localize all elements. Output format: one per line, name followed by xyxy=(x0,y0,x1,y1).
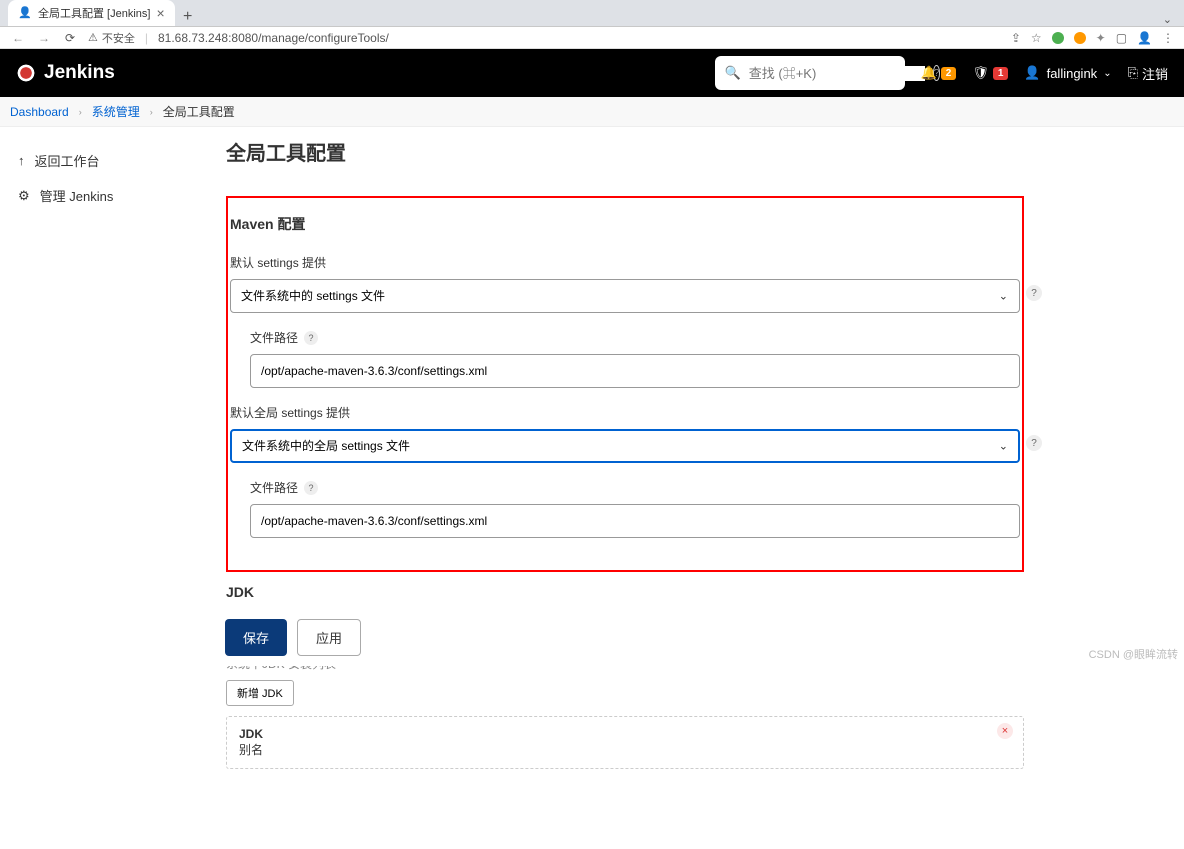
jdk-item: JDK 别名 × xyxy=(226,716,1024,769)
sidebar-item-label: 返回工作台 xyxy=(35,151,100,170)
user-icon: 👤 xyxy=(1024,65,1040,81)
arrow-up-icon: ↑ xyxy=(18,153,25,168)
user-menu[interactable]: 👤 fallingink ⌄ xyxy=(1024,65,1111,81)
remove-jdk-button[interactable]: × xyxy=(997,723,1013,739)
reload-button[interactable]: ⟳ xyxy=(62,31,78,45)
jenkins-favicon: 👤 xyxy=(18,6,32,20)
jdk-item-title: JDK xyxy=(239,727,1011,741)
global-settings-file-path-input[interactable] xyxy=(250,504,1020,538)
tab-title: 全局工具配置 [Jenkins] xyxy=(38,5,150,21)
help-icon[interactable]: ? xyxy=(1026,435,1042,451)
warning-icon: ⚠ xyxy=(88,31,98,44)
tab-overflow-icon[interactable]: ⌄ xyxy=(1163,13,1172,26)
breadcrumb-current: 全局工具配置 xyxy=(163,103,235,120)
search-icon: 🔍 xyxy=(725,65,741,81)
separator: | xyxy=(145,31,148,45)
jenkins-logo-icon xyxy=(16,63,36,83)
jenkins-logo[interactable]: Jenkins xyxy=(16,62,115,84)
sidebar-item-label: 管理 Jenkins xyxy=(40,186,114,205)
settings-file-path-input[interactable] xyxy=(250,354,1020,388)
section-title: JDK xyxy=(226,584,1024,600)
action-bar: 保存 应用 xyxy=(0,609,1184,666)
jenkins-header: Jenkins 🔍 ? 🔔 2 🛡 1 👤 fallingink ⌄ ⎘ 注销 xyxy=(0,49,1184,97)
sidebar: ↑ 返回工作台 ⚙ 管理 Jenkins xyxy=(0,127,210,849)
maven-config-section: Maven 配置 默认 settings 提供 文件系统中的 settings … xyxy=(226,196,1024,572)
notifications-button[interactable]: 🔔 2 xyxy=(921,65,957,81)
extension-icon[interactable] xyxy=(1052,32,1064,44)
add-jdk-button[interactable]: 新增 JDK xyxy=(226,680,294,706)
help-icon[interactable]: ? xyxy=(304,331,318,345)
bookmark-icon[interactable]: ☆ xyxy=(1031,31,1042,45)
default-settings-select[interactable]: 文件系统中的 settings 文件 xyxy=(230,279,1020,313)
profile-icon[interactable]: 👤 xyxy=(1137,31,1152,45)
sidebar-item-manage[interactable]: ⚙ 管理 Jenkins xyxy=(8,178,202,213)
chevron-down-icon: ⌄ xyxy=(1103,68,1111,79)
close-tab-icon[interactable]: × xyxy=(156,5,164,21)
apply-button[interactable]: 应用 xyxy=(297,619,361,656)
field-label: 默认全局 settings 提供 xyxy=(230,404,1020,421)
notification-badge: 2 xyxy=(941,67,957,80)
help-icon[interactable]: ? xyxy=(304,481,318,495)
logout-icon: ⎘ xyxy=(1128,65,1138,81)
address-bar[interactable]: 81.68.73.248:8080/manage/configureTools/ xyxy=(158,31,389,45)
main-content: 全局工具配置 Maven 配置 默认 settings 提供 文件系统中的 se… xyxy=(210,127,1040,849)
share-icon[interactable]: ⇪ xyxy=(1011,31,1021,45)
alerts-button[interactable]: 🛡 1 xyxy=(972,65,1008,81)
search-input[interactable] xyxy=(749,66,925,81)
field-label: 文件路径 ? xyxy=(250,329,1020,346)
logout-button[interactable]: ⎘ 注销 xyxy=(1128,64,1168,83)
default-global-settings-select[interactable]: 文件系统中的全局 settings 文件 xyxy=(230,429,1020,463)
page-title: 全局工具配置 xyxy=(226,137,1024,166)
forward-button[interactable]: → xyxy=(36,31,52,45)
section-title: Maven 配置 xyxy=(230,214,1020,234)
help-icon[interactable]: ? xyxy=(1026,285,1042,301)
breadcrumb: Dashboard › 系统管理 › 全局工具配置 xyxy=(0,97,1184,127)
new-tab-button[interactable]: + xyxy=(175,8,201,26)
breadcrumb-dashboard[interactable]: Dashboard xyxy=(10,105,69,119)
breadcrumb-manage[interactable]: 系统管理 xyxy=(92,103,140,120)
extension-icon[interactable] xyxy=(1074,32,1086,44)
watermark: CSDN @眼眸流转 xyxy=(1089,646,1178,662)
browser-tab-strip: 👤 全局工具配置 [Jenkins] × + ⌄ xyxy=(0,0,1184,27)
field-label: 默认 settings 提供 xyxy=(230,254,1020,271)
gear-icon: ⚙ xyxy=(18,188,30,204)
field-label: 文件路径 ? xyxy=(250,479,1020,496)
browser-toolbar: ← → ⟳ ⚠ 不安全 | 81.68.73.248:8080/manage/c… xyxy=(0,27,1184,49)
search-box[interactable]: 🔍 ? xyxy=(715,56,905,90)
sidebar-item-back[interactable]: ↑ 返回工作台 xyxy=(8,143,202,178)
chevron-right-icon: › xyxy=(150,107,153,117)
save-button[interactable]: 保存 xyxy=(225,619,287,656)
back-button[interactable]: ← xyxy=(10,31,26,45)
panel-icon[interactable]: ▢ xyxy=(1116,31,1127,45)
menu-icon[interactable]: ⋮ xyxy=(1162,31,1174,45)
browser-tab[interactable]: 👤 全局工具配置 [Jenkins] × xyxy=(8,0,175,26)
bell-icon: 🔔 xyxy=(921,65,937,81)
toolbar-right: ⇪ ☆ ✦ ▢ 👤 ⋮ xyxy=(1011,31,1174,45)
extensions-icon[interactable]: ✦ xyxy=(1096,31,1106,45)
shield-icon: 🛡 xyxy=(972,65,989,81)
alert-badge: 1 xyxy=(993,67,1009,80)
jdk-alias-label: 别名 xyxy=(239,741,1011,758)
chevron-right-icon: › xyxy=(79,107,82,117)
security-indicator[interactable]: ⚠ 不安全 xyxy=(88,30,135,46)
